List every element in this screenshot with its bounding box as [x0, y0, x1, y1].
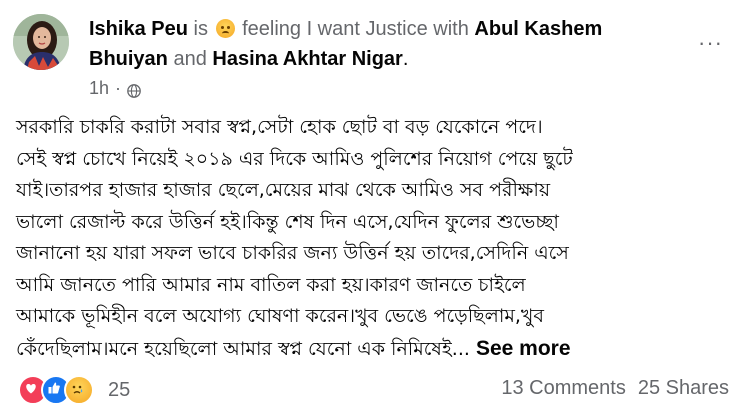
- post-footer: 25 13 Comments 25 Shares: [0, 372, 745, 405]
- feeling-text: feeling I want Justice with: [242, 18, 469, 40]
- reaction-count[interactable]: 25: [108, 379, 130, 402]
- sad-icon: [64, 375, 94, 405]
- comments-count[interactable]: 13 Comments: [501, 377, 626, 400]
- engagement-stats: 13 Comments 25 Shares: [501, 377, 729, 400]
- shares-count[interactable]: 25 Shares: [638, 377, 729, 400]
- disappointed-face-icon: [215, 19, 235, 38]
- is-text: is: [193, 18, 208, 40]
- author-avatar[interactable]: [13, 14, 69, 70]
- tagged-person-2[interactable]: Hasina Akhtar Nigar: [212, 48, 402, 70]
- post-header: Ishika Peu is feeling I want Justice wit…: [89, 14, 649, 74]
- see-more-link[interactable]: See more: [476, 337, 571, 360]
- author-name[interactable]: Ishika Peu: [89, 18, 188, 40]
- post-body: সরকারি চাকরি করাটা সবার স্বপ্ন,সেটা হোক …: [16, 112, 734, 365]
- reactions-summary[interactable]: 25: [18, 375, 130, 405]
- meta-separator: ·: [115, 78, 122, 98]
- globe-icon[interactable]: [127, 82, 141, 98]
- post-timestamp[interactable]: 1h: [89, 78, 109, 99]
- and-text: and: [173, 48, 207, 70]
- facebook-post: Ishika Peu is feeling I want Justice wit…: [0, 0, 745, 420]
- header-period: .: [402, 48, 409, 70]
- more-options-icon[interactable]: ···: [698, 30, 723, 56]
- post-body-text: সরকারি চাকরি করাটা সবার স্বপ্ন,সেটা হোক …: [16, 116, 573, 360]
- post-meta: 1h ·: [89, 78, 141, 99]
